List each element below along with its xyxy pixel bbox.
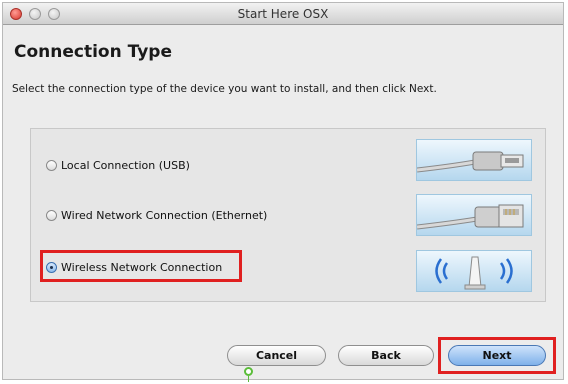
pin-stem bbox=[248, 376, 249, 382]
back-button[interactable]: Back bbox=[338, 345, 434, 366]
option-label: Wired Network Connection (Ethernet) bbox=[61, 208, 268, 222]
option-wired-network-ethernet[interactable]: Wired Network Connection (Ethernet) bbox=[46, 205, 267, 225]
window-title: Start Here OSX bbox=[237, 7, 329, 21]
title-bar: Start Here OSX bbox=[3, 3, 563, 25]
wireless-option-highlight bbox=[40, 250, 242, 282]
page-title: Connection Type bbox=[14, 42, 172, 62]
option-local-connection-usb[interactable]: Local Connection (USB) bbox=[46, 155, 190, 175]
cancel-button[interactable]: Cancel bbox=[227, 345, 326, 366]
usb-cable-icon bbox=[416, 139, 532, 181]
radio-local-connection[interactable] bbox=[46, 159, 57, 171]
radio-wired-network[interactable] bbox=[46, 209, 57, 221]
option-label: Local Connection (USB) bbox=[61, 158, 190, 172]
instruction-text: Select the connection type of the device… bbox=[12, 83, 437, 95]
next-button-highlight bbox=[438, 337, 556, 374]
ethernet-cable-icon bbox=[416, 194, 532, 236]
location-pin-icon bbox=[244, 367, 253, 376]
wireless-access-point-icon bbox=[416, 250, 532, 292]
